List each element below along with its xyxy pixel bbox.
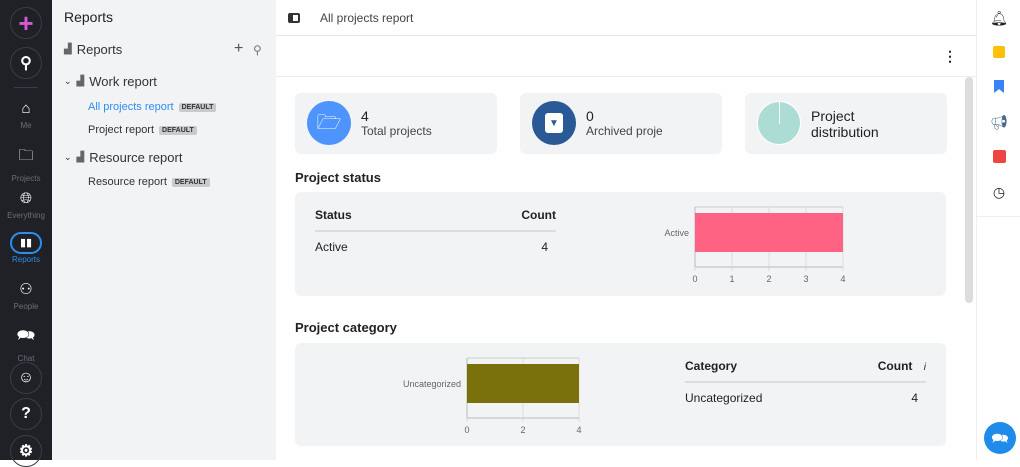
search-button[interactable]: ⚲ bbox=[10, 47, 42, 79]
scrollbar[interactable] bbox=[965, 77, 973, 303]
sidebar-title: Reports bbox=[64, 9, 114, 25]
col-header: Count bbox=[521, 208, 556, 222]
nav-rail: + ⚲ ⌂ Me 🗀 Projects 🌐︎ Everything ▮▮ Reports… bbox=[0, 0, 52, 467]
chart-icon: ▟ bbox=[64, 44, 72, 55]
feedback-button[interactable]: ☺ bbox=[10, 362, 42, 394]
tick-label: 2 bbox=[520, 425, 525, 435]
archived-projects-card: ▼ 0Archived projects bbox=[520, 93, 722, 154]
default-badge: DEFAULT bbox=[159, 125, 197, 135]
info-icon[interactable]: i bbox=[924, 362, 926, 373]
col-header: Status bbox=[315, 208, 352, 222]
section-title: Project category bbox=[295, 320, 397, 335]
right-panel: 🔔︎ 📢︎ ◷ 🗪 bbox=[976, 0, 1020, 460]
globe-icon: 🌐︎ bbox=[19, 190, 32, 207]
group-resource-report[interactable]: ⌄ ▟ Resource report bbox=[64, 150, 182, 165]
settings-button[interactable]: ⚙ bbox=[10, 435, 42, 467]
tick-label: 2 bbox=[766, 274, 771, 284]
rail-people[interactable]: ⚇ People bbox=[0, 280, 52, 311]
calendar-icon[interactable] bbox=[989, 150, 1009, 166]
pie-chart-icon bbox=[757, 101, 801, 145]
section-title: Reports bbox=[76, 42, 123, 57]
rail-chat[interactable]: 🗪 Chat bbox=[0, 325, 52, 363]
tick-label: 1 bbox=[729, 274, 734, 284]
chat-icon: 🗪 bbox=[16, 327, 36, 344]
report-all-projects[interactable]: All projects report DEFAULT bbox=[88, 101, 217, 113]
status-bar-chart: 0 1 2 3 4 Active bbox=[664, 206, 846, 284]
col-header: Category bbox=[685, 359, 738, 373]
rail-projects[interactable]: 🗀 Projects bbox=[0, 145, 52, 183]
rail-everything[interactable]: 🌐︎ Everything bbox=[0, 190, 52, 220]
main-content: All projects report ⋮ 🗁 4 Total projects ▼… bbox=[276, 0, 976, 460]
table-row: Uncategorized 4 bbox=[685, 383, 926, 405]
folder-icon: 🗀 bbox=[18, 147, 34, 164]
tick-label: 0 bbox=[692, 274, 697, 284]
project-category-panel: 0 2 4 Uncategorized Category Count i Uncateg… bbox=[295, 343, 946, 446]
card-label: Total projects bbox=[361, 124, 432, 138]
add-report-icon[interactable]: + bbox=[234, 40, 243, 58]
section-title: Project status bbox=[295, 170, 381, 185]
create-button[interactable]: + bbox=[10, 7, 42, 39]
cell: 4 bbox=[911, 391, 918, 405]
archive-icon: ▼ bbox=[532, 101, 576, 145]
chart-icon: ▮▮ bbox=[10, 232, 42, 254]
chevron-down-icon: ⌄ bbox=[64, 76, 72, 86]
tick-label: 0 bbox=[464, 425, 469, 435]
breadcrumb: All projects report bbox=[320, 10, 414, 25]
card-label: Archived projects bbox=[586, 124, 662, 138]
chevron-down-icon: ⌄ bbox=[64, 152, 72, 162]
cell: Uncategorized bbox=[685, 391, 763, 405]
search-icon[interactable]: ⚲ bbox=[253, 43, 262, 57]
status-table: Status Count Active 4 bbox=[315, 208, 556, 254]
home-icon: ⌂ bbox=[21, 100, 31, 117]
cell: 4 bbox=[541, 240, 548, 254]
category-label: Uncategorized bbox=[403, 379, 461, 389]
col-header: Count bbox=[877, 359, 913, 373]
default-badge: DEFAULT bbox=[171, 177, 210, 187]
tick-label: 4 bbox=[576, 425, 581, 435]
card-value: 0 bbox=[586, 108, 594, 124]
chart-icon: ▟ bbox=[76, 76, 85, 87]
people-icon: ⚇ bbox=[19, 281, 33, 298]
group-work-report[interactable]: ⌄ ▟ Work report bbox=[64, 74, 157, 89]
chat-support-button[interactable]: 🗪 bbox=[984, 422, 1016, 454]
tick-label: 3 bbox=[803, 274, 808, 284]
category-label: Active bbox=[664, 228, 689, 238]
rail-me[interactable]: ⌂ Me bbox=[0, 100, 52, 130]
megaphone-icon[interactable]: 📢︎ bbox=[989, 114, 1009, 131]
chart-icon: ▟ bbox=[76, 152, 85, 163]
more-options-icon[interactable]: ⋮ bbox=[943, 48, 957, 65]
total-projects-card: 🗁 4 Total projects bbox=[295, 93, 497, 154]
sticky-note-icon[interactable] bbox=[989, 45, 1009, 61]
tick-label: 4 bbox=[840, 274, 845, 284]
bar bbox=[695, 213, 843, 252]
table-row: Active 4 bbox=[315, 232, 556, 254]
reports-sidebar: Reports ▟ Reports + ⚲ ⌄ ▟ Work report All p… bbox=[52, 0, 276, 460]
report-project[interactable]: Project report DEFAULT bbox=[88, 124, 197, 136]
bookmark-icon[interactable] bbox=[989, 80, 1009, 96]
card-value: 4 bbox=[361, 108, 369, 124]
help-button[interactable]: ? bbox=[10, 398, 42, 430]
sidebar-toggle-icon[interactable] bbox=[288, 12, 300, 23]
folder-icon: 🗁 bbox=[307, 101, 351, 145]
bell-icon[interactable]: 🔔︎ bbox=[989, 10, 1009, 27]
cell: Active bbox=[315, 240, 348, 254]
project-distribution-card[interactable]: Project distribution bbox=[745, 93, 947, 154]
clock-icon[interactable]: ◷ bbox=[989, 184, 1009, 201]
card-label: Project distribution bbox=[811, 108, 879, 140]
rail-reports[interactable]: ▮▮ Reports bbox=[0, 232, 52, 264]
project-status-panel: Status Count Active 4 0 1 2 3 4 Active bbox=[295, 192, 946, 296]
bar bbox=[467, 364, 579, 403]
default-badge: DEFAULT bbox=[178, 102, 217, 112]
category-bar-chart: 0 2 4 Uncategorized bbox=[403, 357, 582, 435]
report-resource[interactable]: Resource report DEFAULT bbox=[88, 176, 210, 188]
category-table: Category Count i Uncategorized 4 bbox=[685, 359, 926, 405]
